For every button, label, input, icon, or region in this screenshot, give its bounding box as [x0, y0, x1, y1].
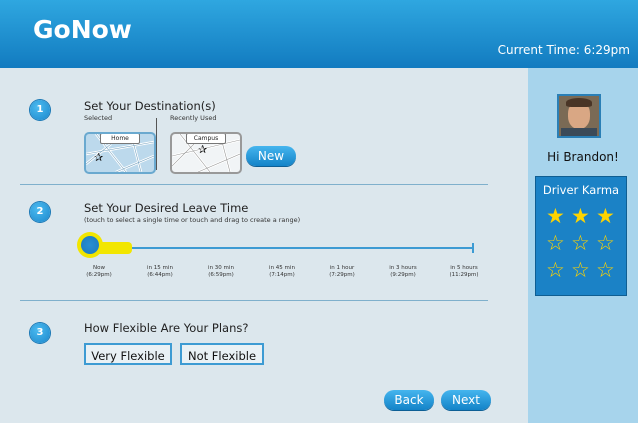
- recently-used-label: Recently Used: [170, 114, 217, 122]
- destination-card-campus[interactable]: Campus ✰: [170, 132, 242, 174]
- user-greeting: Hi Brandon!: [547, 150, 619, 164]
- slider-end-tick: [472, 243, 474, 253]
- tick-label: in 1 hour (7:29pm): [329, 265, 355, 278]
- section-divider: [20, 300, 488, 301]
- step-2-title: Set Your Desired Leave Time: [84, 201, 249, 215]
- slider-track: [92, 247, 474, 249]
- not-flexible-button[interactable]: Not Flexible: [180, 343, 264, 365]
- destination-card-home-label: Home: [100, 134, 140, 144]
- star-empty-icon: ☆: [596, 258, 615, 282]
- step-1-badge: 1: [30, 100, 50, 120]
- avatar: [557, 94, 601, 138]
- selected-label: Selected: [84, 114, 113, 122]
- very-flexible-button[interactable]: Very Flexible: [84, 343, 172, 365]
- new-destination-button[interactable]: New: [246, 146, 296, 166]
- section-divider: [20, 184, 488, 185]
- star-marker-icon: ✰: [198, 143, 208, 156]
- driver-karma-title: Driver Karma: [542, 183, 620, 197]
- star-empty-icon: ☆: [571, 231, 590, 255]
- tick-label: in 5 hours (11:29pm): [449, 265, 479, 278]
- leave-time-slider[interactable]: [77, 232, 480, 262]
- current-time: Current Time: 6:29pm: [497, 43, 630, 57]
- star-empty-icon: ☆: [596, 231, 615, 255]
- tick-label: in 45 min (7:14pm): [269, 265, 295, 278]
- star-filled-icon: ★: [571, 204, 590, 228]
- app-title: GoNow: [33, 15, 132, 44]
- step-3-badge: 3: [30, 323, 50, 343]
- tick-label: in 30 min (6:59pm): [208, 265, 234, 278]
- back-button[interactable]: Back: [384, 390, 434, 410]
- tick-label: in 15 min (6:44pm): [147, 265, 173, 278]
- step-3-title: How Flexible Are Your Plans?: [84, 321, 249, 335]
- star-filled-icon: ★: [546, 204, 565, 228]
- step-2-badge: 2: [30, 202, 50, 222]
- destination-separator: [156, 118, 157, 170]
- tick-label: in 3 hours (9:29pm): [389, 265, 417, 278]
- step-1-title: Set Your Destination(s): [84, 99, 216, 113]
- star-filled-icon: ★: [596, 204, 615, 228]
- driver-karma-panel: Driver Karma ★ ★ ★ ☆ ☆ ☆ ☆ ☆ ☆: [535, 176, 627, 296]
- star-empty-icon: ☆: [571, 258, 590, 282]
- app-header: GoNow Current Time: 6:29pm: [0, 0, 638, 68]
- destination-card-home[interactable]: Home ✰: [84, 132, 156, 174]
- slider-handle[interactable]: [77, 232, 103, 258]
- star-empty-icon: ☆: [546, 258, 565, 282]
- star-marker-icon: ✰: [94, 151, 104, 164]
- star-empty-icon: ☆: [546, 231, 565, 255]
- step-2-subtitle: (touch to select a single time or touch …: [84, 216, 301, 224]
- next-button[interactable]: Next: [441, 390, 491, 410]
- tick-label: Now (6:29pm): [86, 265, 112, 278]
